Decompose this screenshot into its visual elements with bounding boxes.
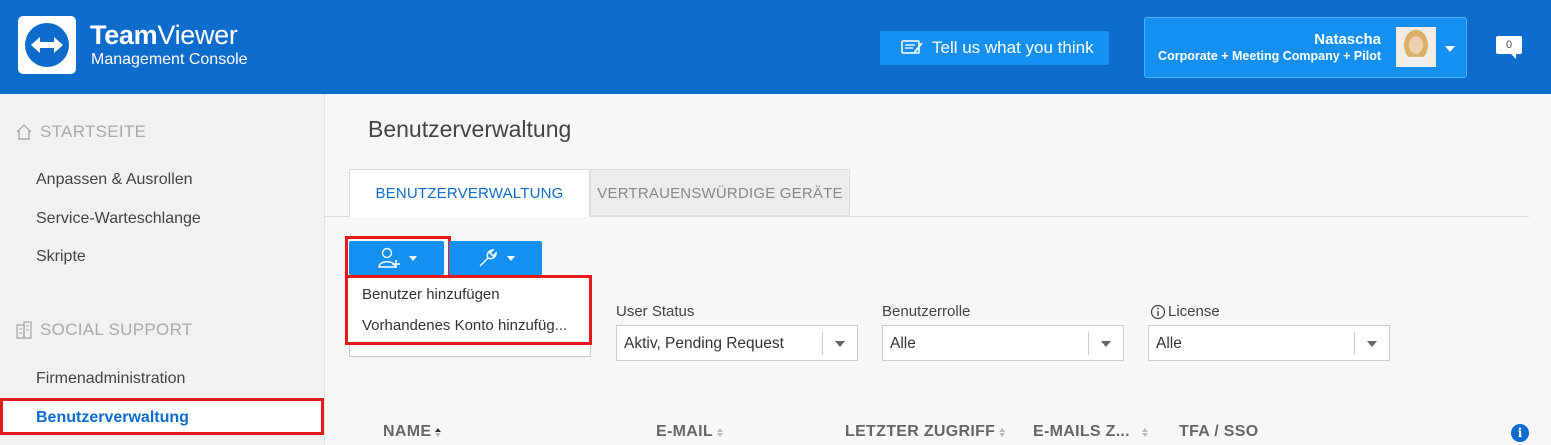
info-icon[interactable] <box>1150 304 1166 320</box>
filter-label-user-status: User Status <box>616 303 695 320</box>
notification-count: 0 <box>1496 36 1522 54</box>
user-menu[interactable]: Natascha Corporate + Meeting Company + P… <box>1144 17 1467 78</box>
chevron-down-icon <box>506 255 515 261</box>
column-header-tfa-sso[interactable]: TFA / SSO <box>1179 423 1258 441</box>
user-plan: Corporate + Meeting Company + Pilot <box>1158 49 1381 63</box>
speech-bubble-icon <box>1510 53 1516 59</box>
info-icon[interactable]: i <box>1511 424 1529 442</box>
sidebar-item-firmenadministration[interactable]: Firmenadministration <box>36 370 185 388</box>
filter-label-license: License <box>1150 303 1220 320</box>
sidebar-item-skripte[interactable]: Skripte <box>36 248 86 266</box>
user-name: Natascha <box>1314 31 1381 48</box>
page-title: Benutzerverwaltung <box>368 116 572 142</box>
sidebar: STARTSEITE Anpassen & Ausrollen Service-… <box>0 94 325 445</box>
tab-benutzerverwaltung[interactable]: BENUTZERVERWALTUNG <box>349 169 590 217</box>
filter-label-benutzerrolle: Benutzerrolle <box>882 303 971 320</box>
brand-subtitle: Management Console <box>91 51 248 68</box>
sidebar-item-benutzerverwaltung[interactable]: Benutzerverwaltung <box>0 398 324 435</box>
column-header-email[interactable]: E-MAIL <box>656 423 723 441</box>
tools-button[interactable] <box>449 241 542 275</box>
feedback-button[interactable]: Tell us what you think <box>880 31 1109 65</box>
menu-item-benutzer-hinzufuegen[interactable]: Benutzer hinzufügen <box>362 286 500 303</box>
brand-title: TeamViewer <box>90 20 238 50</box>
chevron-down-icon[interactable] <box>1445 46 1455 52</box>
license-select[interactable]: Alle <box>1148 325 1390 361</box>
feedback-label: Tell us what you think <box>932 38 1094 57</box>
add-user-button-highlight <box>345 236 451 278</box>
app-header: TeamViewer Management Console Tell us wh… <box>0 0 1551 94</box>
sidebar-section-social-support[interactable]: SOCIAL SUPPORT <box>14 320 193 340</box>
sort-icon <box>435 427 442 437</box>
wrench-icon <box>478 249 497 267</box>
menu-item-vorhandenes-konto[interactable]: Vorhandenes Konto hinzufüg... <box>362 317 567 334</box>
building-icon <box>16 321 32 339</box>
teamviewer-logo[interactable] <box>18 16 76 74</box>
chevron-down-icon <box>1101 341 1111 347</box>
notifications-button[interactable]: 0 <box>1496 36 1524 60</box>
tab-vertrauenswuerdige-geraete[interactable]: VERTRAUENSWÜRDIGE GERÄTE <box>590 169 850 216</box>
chevron-down-icon <box>1367 341 1377 347</box>
feedback-icon <box>901 40 923 54</box>
chevron-down-icon <box>835 341 845 347</box>
benutzerrolle-select[interactable]: Alle <box>882 325 1124 361</box>
column-header-emails[interactable]: E-MAILS Z... <box>1033 423 1148 441</box>
avatar[interactable] <box>1396 27 1436 67</box>
sidebar-item-anpassen[interactable]: Anpassen & Ausrollen <box>36 171 193 189</box>
logo-icon <box>25 23 69 67</box>
add-user-dropdown-menu: Benutzer hinzufügen Vorhandenes Konto hi… <box>345 275 592 345</box>
column-header-name[interactable]: NAME <box>383 423 442 441</box>
sort-icon <box>716 427 723 437</box>
sort-icon <box>999 427 1006 437</box>
sidebar-item-service-warteschlange[interactable]: Service-Warteschlange <box>36 210 201 228</box>
sidebar-section-startseite[interactable]: STARTSEITE <box>14 122 146 142</box>
sort-icon <box>1141 427 1148 437</box>
column-header-letzter-zugriff[interactable]: LETZTER ZUGRIFF <box>845 423 1006 441</box>
home-icon <box>16 124 32 140</box>
user-status-select[interactable]: Aktiv, Pending Request <box>616 325 858 361</box>
